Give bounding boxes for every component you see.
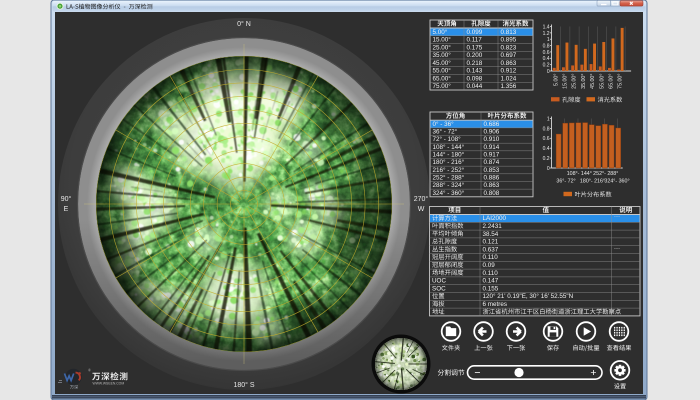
svg-text:0.637: 0.637 (483, 246, 499, 253)
svg-text:252°- 288°: 252°- 288° (593, 171, 618, 177)
svg-text:0.853: 0.853 (484, 167, 500, 174)
svg-text:180° - 216°: 180° - 216° (433, 158, 465, 166)
svg-text:0.110: 0.110 (483, 254, 499, 261)
svg-text:0.218: 0.218 (467, 60, 483, 67)
svg-text:0.098: 0.098 (467, 75, 483, 82)
svg-text:0.121: 0.121 (483, 239, 499, 246)
svg-text:36° - 72°: 36° - 72° (433, 128, 458, 136)
svg-text:0.044: 0.044 (467, 83, 483, 90)
svg-text:75.00°: 75.00° (618, 74, 624, 89)
svg-text:0.2: 0.2 (543, 63, 550, 69)
svg-text:216° - 252°: 216° - 252° (433, 166, 465, 174)
svg-text:144° - 180°: 144° - 180° (433, 151, 465, 159)
svg-text:1.4: 1.4 (543, 24, 550, 30)
svg-text:0.110: 0.110 (483, 270, 499, 277)
svg-text:15.00°: 15.00° (563, 74, 569, 89)
svg-text:0.808: 0.808 (484, 190, 500, 197)
svg-text:35.00°: 35.00° (581, 74, 587, 89)
svg-text:UOC: UOC (432, 278, 446, 285)
svg-text:0.697: 0.697 (501, 52, 517, 59)
svg-text:1.356: 1.356 (501, 83, 517, 90)
svg-text:W: W (418, 206, 425, 213)
svg-text:0.4: 0.4 (543, 146, 550, 152)
svg-text:0.8: 0.8 (543, 126, 550, 132)
svg-text:5.00°: 5.00° (433, 28, 448, 36)
svg-text:180°- 216°: 180°- 216° (580, 179, 605, 185)
svg-text:72° - 108°: 72° - 108° (433, 135, 462, 143)
svg-text:0.4: 0.4 (543, 56, 550, 62)
svg-text:0.823: 0.823 (501, 44, 517, 51)
svg-text:0.143: 0.143 (467, 68, 483, 75)
svg-text:55.00°: 55.00° (599, 74, 605, 89)
svg-text:65.00°: 65.00° (609, 74, 615, 89)
svg-text:0.914: 0.914 (484, 144, 500, 151)
svg-text:108° - 144°: 108° - 144° (433, 143, 465, 151)
svg-text:38.54: 38.54 (483, 231, 499, 238)
svg-text:90°: 90° (61, 195, 72, 203)
svg-text:®: ® (88, 368, 91, 373)
svg-text:1.024: 1.024 (501, 75, 517, 82)
svg-text:0.863: 0.863 (501, 60, 517, 67)
svg-text:0.8: 0.8 (543, 43, 550, 49)
svg-text:25.00°: 25.00° (572, 74, 578, 89)
svg-text:----: ---- (614, 214, 620, 219)
svg-text:0.09: 0.09 (483, 262, 496, 269)
svg-text:6 metres: 6 metres (483, 301, 508, 308)
svg-text:0.813: 0.813 (501, 29, 517, 36)
svg-text:0° - 36°: 0° - 36° (433, 120, 455, 128)
svg-text:LAI2000: LAI2000 (483, 215, 507, 222)
svg-text:45.00°: 45.00° (590, 74, 596, 89)
svg-text:WWW.WSEEN.COM: WWW.WSEEN.COM (93, 382, 125, 386)
svg-text:0.147: 0.147 (483, 278, 499, 285)
svg-text:0° N: 0° N (237, 20, 251, 28)
svg-text:0.917: 0.917 (484, 152, 500, 159)
svg-text:SOC: SOC (432, 285, 446, 292)
svg-text:0.863: 0.863 (484, 182, 500, 189)
svg-text:0.906: 0.906 (484, 129, 500, 136)
svg-text:0.117: 0.117 (467, 37, 483, 44)
svg-text:0.200: 0.200 (467, 52, 483, 59)
svg-text:35.00°: 35.00° (433, 51, 452, 59)
svg-text:36°- 72°: 36°- 72° (556, 179, 575, 185)
svg-text:75.00°: 75.00° (433, 82, 452, 90)
svg-text:65.00°: 65.00° (433, 74, 452, 82)
svg-text:180° S: 180° S (233, 381, 254, 389)
svg-text:324°- 360°: 324°- 360° (604, 179, 629, 185)
svg-text:45.00°: 45.00° (433, 59, 452, 67)
svg-text:0: 0 (547, 69, 550, 75)
svg-text:0.6: 0.6 (543, 136, 550, 142)
svg-text:108°- 144°: 108°- 144° (567, 171, 592, 177)
svg-text:0.912: 0.912 (501, 68, 517, 75)
svg-text:0.175: 0.175 (467, 44, 483, 51)
svg-text:0.910: 0.910 (484, 136, 500, 143)
svg-text:0.895: 0.895 (501, 37, 517, 44)
svg-text:----: ---- (614, 245, 620, 250)
svg-text:0: 0 (547, 166, 550, 172)
svg-text:−: − (474, 367, 480, 379)
svg-text:1.2: 1.2 (543, 31, 550, 37)
svg-text:0.886: 0.886 (484, 174, 500, 181)
svg-text:288° - 324°: 288° - 324° (433, 181, 465, 189)
svg-text:120° 21' 0.19"E, 30° 16' 52.5: 120° 21' 0.19"E, 30° 16' 52.55"N (483, 292, 574, 300)
svg-text:2.2431: 2.2431 (483, 223, 503, 230)
svg-text:270°: 270° (414, 195, 429, 203)
svg-text:0.155: 0.155 (483, 285, 499, 292)
svg-text:0.874: 0.874 (484, 159, 500, 166)
svg-text:E: E (64, 206, 69, 213)
svg-text:1: 1 (547, 37, 550, 43)
svg-text:15.00°: 15.00° (433, 36, 452, 44)
svg-text:0.6: 0.6 (543, 50, 550, 56)
svg-text:+: + (590, 367, 596, 379)
svg-text:324° - 360°: 324° - 360° (433, 189, 465, 197)
svg-text:0.099: 0.099 (467, 29, 483, 36)
svg-text:25.00°: 25.00° (433, 43, 452, 51)
svg-text:5.00°: 5.00° (553, 74, 559, 86)
svg-text:0.686: 0.686 (484, 121, 500, 128)
svg-text:0.2: 0.2 (543, 156, 550, 162)
svg-text:55.00°: 55.00° (433, 67, 452, 75)
svg-text:1: 1 (547, 116, 550, 122)
svg-text:252° - 288°: 252° - 288° (433, 173, 465, 181)
